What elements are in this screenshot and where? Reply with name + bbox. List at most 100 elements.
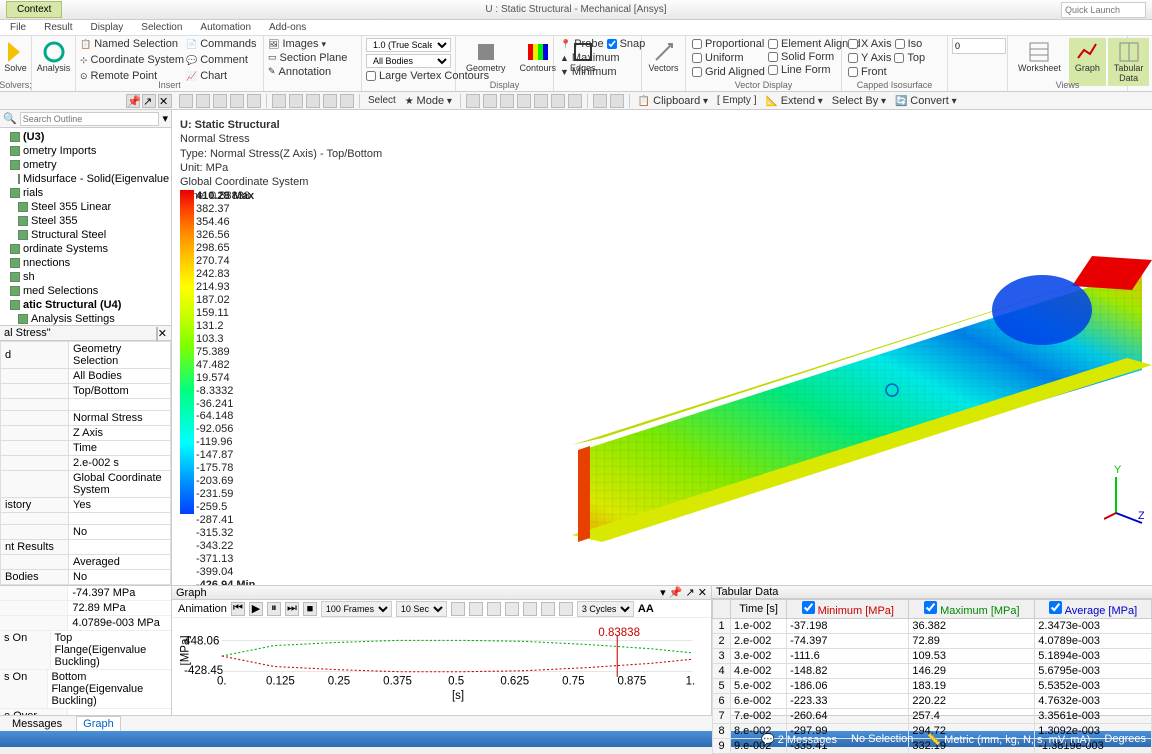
tree-item[interactable]: atic Structural (U4) [2, 298, 169, 312]
menu-automation[interactable]: Automation [200, 22, 251, 33]
tb-box-icon[interactable] [272, 94, 286, 108]
axis-triad[interactable]: Y Z [1104, 465, 1144, 525]
anim-stop-button[interactable]: ■ [303, 602, 317, 616]
images-button[interactable]: 🖼 Images ▾ [268, 38, 357, 50]
pin-icon[interactable]: 📌 [126, 94, 140, 108]
anim-first-button[interactable]: ⏮ [231, 602, 245, 616]
search-icon[interactable]: 🔍 [3, 112, 17, 125]
tree-item[interactable]: ometry [2, 158, 169, 172]
anim-opt4-button[interactable] [505, 602, 519, 616]
bodies-dropdown[interactable]: All Bodies [366, 54, 451, 68]
convert-button[interactable]: 🔄 Convert ▾ [892, 95, 960, 107]
graph-button[interactable]: Graph [1069, 38, 1106, 86]
section-plane-button[interactable]: ▭ Section Plane [268, 52, 357, 64]
tb-zoomfit-icon[interactable] [340, 94, 354, 108]
extend-button[interactable]: 📐 Extend ▾ [762, 95, 825, 107]
anim-play-button[interactable]: ▶ [249, 602, 263, 616]
mode-button[interactable]: ★ Mode ▾ [402, 95, 455, 107]
chart-button[interactable]: 📈 Chart [186, 70, 256, 82]
tree-item[interactable]: nnections [2, 256, 169, 270]
menu-addons[interactable]: Add-ons [269, 22, 306, 33]
clipboard-button[interactable]: 📋 Clipboard ▾ [635, 95, 711, 107]
anim-opt1-button[interactable] [451, 602, 465, 616]
status-messages[interactable]: 💬 2 Messages [761, 733, 837, 746]
details-table[interactable]: dGeometry SelectionAll BodiesTop/BottomN… [0, 341, 171, 585]
tb-fit-icon[interactable] [213, 94, 227, 108]
minimum-button[interactable]: ▼ Minimum [560, 66, 635, 78]
selectby-button[interactable]: Select By ▾ [829, 95, 889, 107]
tb-zoomout-icon[interactable] [306, 94, 320, 108]
anim-opt5-button[interactable] [523, 602, 537, 616]
anim-opt2-button[interactable] [469, 602, 483, 616]
props-table[interactable]: -74.397 MPa72.89 MPa4.0789e-003 MPas OnT… [0, 586, 172, 715]
tab-messages[interactable]: Messages [6, 717, 68, 731]
tb-sel6-icon[interactable] [551, 94, 565, 108]
vectors-button[interactable]: Vectors [646, 38, 681, 76]
commands-button[interactable]: 📄 Commands [186, 38, 256, 50]
menu-file[interactable]: File [10, 22, 26, 33]
tree-item[interactable]: Analysis Settings [2, 312, 169, 325]
annotation-button[interactable]: ✎ Annotation [268, 66, 357, 78]
tb-zoomin-icon[interactable] [289, 94, 303, 108]
anim-opt3-button[interactable] [487, 602, 501, 616]
tabular-data-table[interactable]: Time [s] Minimum [MPa] Maximum [MPa] Ave… [712, 599, 1152, 754]
anim-pause-button[interactable]: ⏸ [267, 602, 281, 616]
details-close-icon[interactable]: ✕ [158, 328, 167, 340]
empty-button[interactable]: [ Empty ] [714, 95, 759, 106]
menu-selection[interactable]: Selection [141, 22, 182, 33]
analysis-button[interactable]: Analysis [36, 38, 71, 76]
tree-item[interactable]: Steel 355 Linear [2, 200, 169, 214]
tabular-button[interactable]: Tabular Data [1108, 38, 1150, 86]
aa-label[interactable]: AA [638, 603, 654, 615]
tree-item[interactable]: (U3) [2, 130, 169, 144]
tree-item[interactable]: med Selections [2, 284, 169, 298]
menu-display[interactable]: Display [90, 22, 123, 33]
tree-item[interactable]: Structural Steel [2, 228, 169, 242]
worksheet-button[interactable]: Worksheet [1012, 38, 1067, 86]
quick-launch-input[interactable] [1061, 2, 1146, 18]
tb-sel1-icon[interactable] [466, 94, 480, 108]
tb-sel3-icon[interactable] [500, 94, 514, 108]
solve-button[interactable]: Solve [4, 38, 27, 76]
duration-select[interactable]: 10 Sec [396, 601, 447, 617]
tb-sel5-icon[interactable] [534, 94, 548, 108]
outline-tree[interactable]: (U3)ometry ImportsometryMidsurface - Sol… [0, 128, 171, 325]
anim-last-button[interactable]: ⏭ [285, 602, 299, 616]
status-units[interactable]: 📏 Metric (mm, kg, N, s, mV, mA) [927, 733, 1090, 746]
tree-item[interactable]: ometry Imports [2, 144, 169, 158]
tb-sel2-icon[interactable] [483, 94, 497, 108]
viewport-3d[interactable]: U: Static Structural Normal Stress Type:… [172, 110, 1152, 585]
frames-select[interactable]: 100 Frames [321, 601, 392, 617]
tree-item[interactable]: ordinate Systems [2, 242, 169, 256]
time-graph[interactable]: 448.06 -428.45 [MPa] 0.83838 0.0.1250.25… [180, 622, 703, 711]
tb-sel8-icon[interactable] [593, 94, 607, 108]
arrow-icon[interactable]: ↗ [142, 94, 156, 108]
geometry-button[interactable]: Geometry [460, 38, 512, 76]
maximum-button[interactable]: ▲ Maximum [560, 52, 635, 64]
cycles-select[interactable]: 3 Cycles [577, 601, 634, 617]
comment-button[interactable]: 💬 Comment [186, 54, 256, 66]
tb-sel7-icon[interactable] [568, 94, 582, 108]
probe-button[interactable]: 📍Probe Snap [560, 38, 635, 50]
outline-dropdown-icon[interactable]: ▾ [162, 112, 168, 125]
tb-sel9-icon[interactable] [610, 94, 624, 108]
menu-result[interactable]: Result [44, 22, 72, 33]
tree-item[interactable]: Steel 355 [2, 214, 169, 228]
close-icon[interactable]: ✕ [158, 94, 172, 108]
xaxis-check[interactable]: X Axis Iso [848, 38, 941, 50]
tb-zoombox-icon[interactable] [323, 94, 337, 108]
tb-pan-icon[interactable] [247, 94, 261, 108]
tb-zoom-icon[interactable] [196, 94, 210, 108]
large-vertex-toggle[interactable]: Large Vertex Contours [366, 70, 451, 82]
outline-search-input[interactable] [20, 112, 160, 126]
anim-opt6-button[interactable] [541, 602, 555, 616]
tree-item[interactable]: sh [2, 270, 169, 284]
yaxis-check[interactable]: Y Axis Top [848, 52, 941, 64]
tree-item[interactable]: rials [2, 186, 169, 200]
tb-rotate-icon[interactable] [230, 94, 244, 108]
front-check[interactable]: Front [848, 66, 941, 78]
scale-dropdown[interactable]: 1.0 (True Scale) [366, 38, 451, 52]
beam-model[interactable] [572, 250, 1152, 550]
tree-item[interactable]: Midsurface - Solid(Eigenvalue Buckling) [2, 172, 169, 186]
tb-sel4-icon[interactable] [517, 94, 531, 108]
